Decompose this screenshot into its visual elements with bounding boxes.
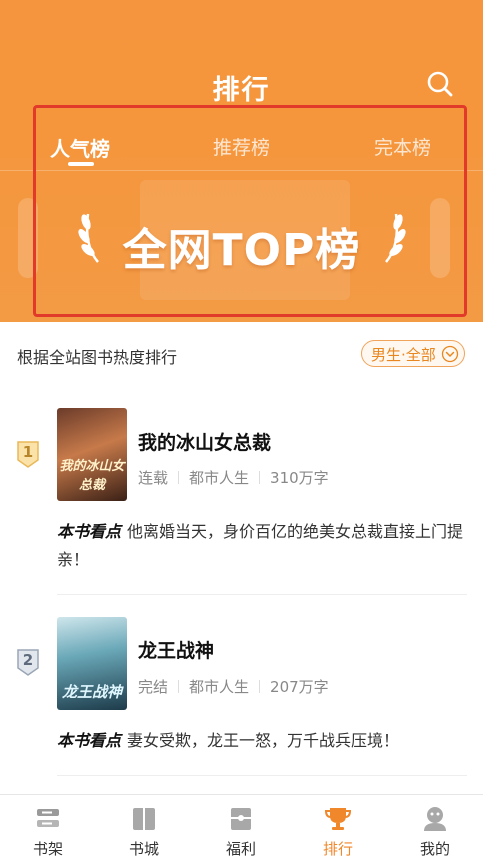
cover-title: 我的冰山女总裁 xyxy=(59,459,125,493)
tabbar-label: 排行 xyxy=(322,840,353,858)
item-divider xyxy=(57,775,467,776)
highlight-text: 妻女受欺，龙王一怒，万千战兵压境！ xyxy=(127,731,400,750)
book-highlight: 本书看点 他离婚当天，身价百亿的绝美女总裁直接上门提亲！ xyxy=(57,518,469,574)
book-word-count: 310万字 xyxy=(270,469,329,487)
chevron-down-icon xyxy=(441,345,459,363)
search-icon[interactable] xyxy=(426,70,454,98)
filter-row: 根据全站图书热度排行 男生·全部 xyxy=(0,340,483,370)
tabbar-label: 福利 xyxy=(225,840,256,858)
filter-label: 男生·全部 xyxy=(371,346,436,364)
book-meta: 完结 都市人生 207万字 xyxy=(138,676,329,697)
book-highlight: 本书看点 妻女受欺，龙王一怒，万千战兵压境！ xyxy=(57,727,469,755)
book-status: 完结 xyxy=(138,678,169,696)
bottom-tab-bar: 书架 书城 福利 排行 我的 xyxy=(0,794,483,859)
rank-number-wrap: 1 xyxy=(16,440,40,468)
tabbar-item-welfare[interactable]: 福利 xyxy=(193,795,289,860)
tabbar-label: 书城 xyxy=(128,840,159,858)
ranking-header: 排行 人气榜 推荐榜 完本榜 全网TOP榜 xyxy=(0,0,483,322)
book-category: 都市人生 xyxy=(189,678,250,696)
profile-icon xyxy=(424,807,446,831)
gift-icon xyxy=(231,808,251,830)
rank-number: 2 xyxy=(22,651,34,669)
highlight-label: 本书看点 xyxy=(57,731,122,750)
book-title: 龙王战神 xyxy=(138,640,215,662)
tabbar-item-bookstore[interactable]: 书城 xyxy=(96,795,192,860)
gender-filter-button[interactable]: 男生·全部 xyxy=(361,340,465,367)
bookshelf-icon xyxy=(37,809,59,827)
page-title: 排行 xyxy=(212,75,271,106)
tabbar-label: 我的 xyxy=(419,840,450,858)
highlight-box xyxy=(33,105,467,317)
trophy-icon xyxy=(324,808,352,830)
book-icon xyxy=(133,808,155,830)
rank-number: 1 xyxy=(22,443,34,461)
tabbar-item-profile[interactable]: 我的 xyxy=(387,795,483,860)
book-title: 我的冰山女总裁 xyxy=(138,432,272,454)
tabbar-label: 书架 xyxy=(32,840,63,858)
book-cover[interactable]: 我的冰山女总裁 xyxy=(57,408,127,501)
cover-title: 龙王战神 xyxy=(61,683,122,701)
tabbar-item-ranking[interactable]: 排行 xyxy=(290,795,386,860)
highlight-label: 本书看点 xyxy=(57,522,122,541)
ranking-description: 根据全站图书热度排行 xyxy=(17,348,178,367)
tabbar-item-bookshelf[interactable]: 书架 xyxy=(0,795,96,860)
book-word-count: 207万字 xyxy=(270,678,329,696)
book-category: 都市人生 xyxy=(189,469,250,487)
item-divider xyxy=(57,594,467,595)
book-status: 连载 xyxy=(138,469,169,487)
book-cover[interactable]: 龙王战神 xyxy=(57,617,127,710)
rank-number-wrap: 2 xyxy=(16,648,40,676)
book-meta: 连载 都市人生 310万字 xyxy=(138,467,329,488)
